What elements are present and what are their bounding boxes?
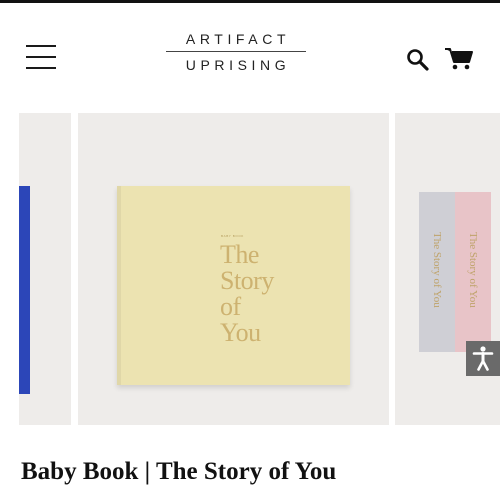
carousel-slide-next[interactable]: The Story of You The Story of You — [395, 113, 500, 425]
site-logo[interactable]: ARTIFACT UPRISING — [162, 31, 310, 83]
pink-book-spine: The Story of You — [455, 192, 491, 352]
book-title-line: Story — [220, 266, 274, 295]
logo-top-text: ARTIFACT — [185, 31, 291, 47]
book-title-line: The — [220, 240, 259, 269]
grey-book-spine: The Story of You — [419, 192, 455, 352]
carousel-slide-current[interactable]: BABY BOOK The Story of You — [78, 113, 389, 425]
blue-book-spine — [19, 186, 30, 394]
menu-line — [26, 45, 56, 47]
logo-divider — [166, 51, 306, 52]
spine-title: The Story of You — [431, 232, 443, 308]
hamburger-menu-icon[interactable] — [26, 45, 58, 69]
book-cover-image: BABY BOOK The Story of You — [117, 186, 350, 385]
search-icon[interactable] — [406, 48, 430, 72]
menu-line — [26, 67, 56, 69]
product-title: Baby Book | The Story of You — [21, 458, 337, 485]
carousel-slide-previous[interactable] — [19, 113, 71, 425]
book-cover-title: The Story of You — [220, 242, 274, 346]
spine-title: The Story of You — [467, 232, 479, 308]
site-header: ARTIFACT UPRISING — [0, 3, 500, 103]
accessibility-icon[interactable] — [466, 341, 500, 376]
book-title-line: of — [220, 292, 241, 321]
shopping-cart-icon[interactable] — [444, 46, 474, 72]
product-image-carousel[interactable]: BABY BOOK The Story of You The Story of … — [0, 113, 500, 425]
logo-bottom-text: UPRISING — [185, 57, 291, 73]
menu-line — [26, 56, 56, 58]
book-kicker: BABY BOOK — [221, 234, 244, 238]
book-title-line: You — [220, 318, 261, 347]
